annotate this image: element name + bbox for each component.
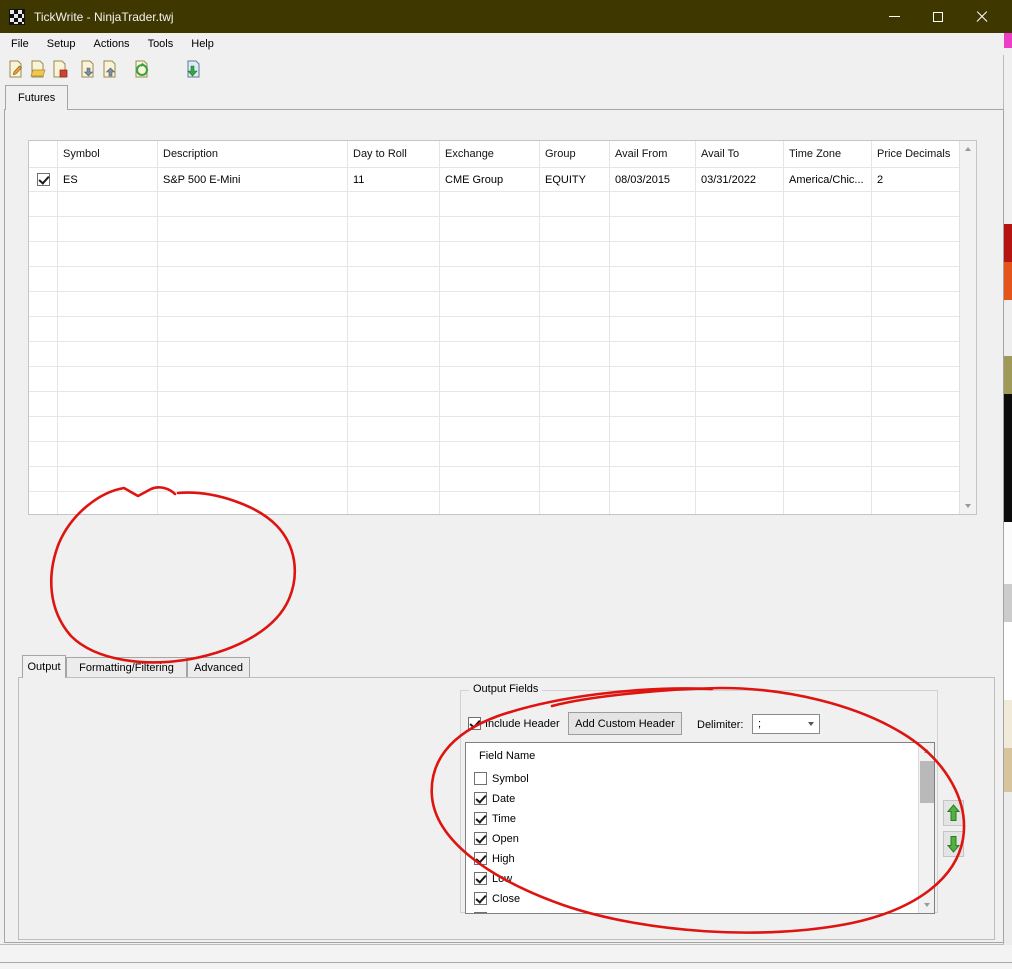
maximize-button[interactable]	[916, 0, 960, 33]
move-field-up-button[interactable]	[943, 800, 964, 826]
output-fields-group-label: Output Fields	[469, 683, 543, 695]
cell-day-to-roll[interactable]: 11	[353, 174, 364, 186]
menu-tools[interactable]: Tools	[139, 33, 183, 55]
run-job-icon[interactable]	[184, 59, 204, 79]
new-job-icon[interactable]	[6, 59, 26, 79]
field-checkbox-close[interactable]	[474, 892, 487, 905]
field-label-time[interactable]: Time	[492, 813, 516, 825]
menu-help[interactable]: Help	[182, 33, 223, 55]
field-label-high[interactable]: High	[492, 853, 515, 865]
app-icon	[9, 8, 25, 25]
refresh-jobs-icon[interactable]	[132, 59, 152, 79]
cell-avail-to[interactable]: 03/31/2022	[701, 174, 756, 186]
minimize-button[interactable]	[872, 0, 916, 33]
menu-actions[interactable]: Actions	[84, 33, 138, 55]
desktop-divider	[0, 962, 1012, 963]
cell-price-decimals[interactable]: 2	[877, 174, 883, 186]
delimiter-label: Delimiter:	[697, 719, 744, 731]
include-header-checkbox[interactable]	[468, 717, 481, 730]
output-fields-list[interactable]: Field Name Symbol Date Time Open High Lo…	[465, 742, 935, 914]
symbol-row-checkbox[interactable]	[37, 173, 50, 186]
field-checkbox-low[interactable]	[474, 872, 487, 885]
field-checkbox-time[interactable]	[474, 812, 487, 825]
desktop-area	[0, 945, 1012, 969]
col-header-day-to-roll[interactable]: Day to Roll	[353, 148, 407, 160]
grid-scrollbar[interactable]	[959, 141, 976, 514]
export-job-icon[interactable]	[78, 59, 98, 79]
field-label-low[interactable]: Low	[492, 873, 512, 885]
field-name-header: Field Name	[479, 750, 536, 762]
tab-output[interactable]: Output	[22, 655, 66, 678]
col-header-avail-from[interactable]: Avail From	[615, 148, 667, 160]
field-label-date[interactable]: Date	[492, 793, 515, 805]
close-button[interactable]	[960, 0, 1004, 33]
col-header-symbol[interactable]: Symbol	[63, 148, 100, 160]
col-header-avail-to[interactable]: Avail To	[701, 148, 739, 160]
add-custom-header-button[interactable]: Add Custom Header	[568, 712, 682, 735]
cell-avail-from[interactable]: 08/03/2015	[615, 174, 670, 186]
field-label-close[interactable]: Close	[492, 893, 520, 905]
import-job-icon[interactable]	[100, 59, 120, 79]
titlebar: TickWrite - NinjaTrader.twj	[0, 0, 1012, 33]
green-down-arrow-icon	[947, 836, 960, 853]
field-label-symbol[interactable]: Symbol	[492, 773, 529, 785]
menubar: File Setup Actions Tools Help	[0, 33, 1004, 55]
col-header-time-zone[interactable]: Time Zone	[789, 148, 841, 160]
col-header-exchange[interactable]: Exchange	[445, 148, 494, 160]
symbols-grid: Symbol Description Day to Roll Exchange …	[28, 140, 977, 515]
maximize-icon	[933, 11, 943, 22]
window-title: TickWrite - NinjaTrader.twj	[34, 9, 174, 24]
dropdown-arrow-icon	[803, 715, 819, 733]
tab-formatting-filtering[interactable]: Formatting/Filtering	[66, 657, 187, 677]
scroll-up-icon[interactable]	[919, 743, 934, 759]
include-header-label: Include Header	[485, 718, 560, 730]
open-job-icon[interactable]	[28, 59, 48, 79]
scrollbar-thumb[interactable]	[920, 761, 934, 803]
green-up-arrow-icon	[947, 804, 960, 821]
field-label-open[interactable]: Open	[492, 833, 519, 845]
scroll-down-icon[interactable]	[960, 498, 976, 514]
close-icon	[976, 11, 988, 23]
tab-futures[interactable]: Futures	[5, 85, 69, 110]
cell-symbol[interactable]: ES	[63, 174, 78, 186]
menu-setup[interactable]: Setup	[38, 33, 85, 55]
fields-scrollbar[interactable]	[918, 743, 934, 913]
col-header-group[interactable]: Group	[545, 148, 576, 160]
cell-time-zone[interactable]: America/Chic...	[789, 174, 864, 186]
cell-exchange[interactable]: CME Group	[445, 174, 503, 186]
cell-group[interactable]: EQUITY	[545, 174, 586, 186]
field-label-volume[interactable]: Volume	[492, 913, 529, 914]
field-checkbox-date[interactable]	[474, 792, 487, 805]
field-checkbox-symbol[interactable]	[474, 772, 487, 785]
cell-description[interactable]: S&P 500 E-Mini	[163, 174, 240, 186]
grid-empty-rows	[29, 167, 961, 514]
minimize-icon	[888, 16, 900, 17]
menu-file[interactable]: File	[2, 33, 38, 55]
delete-job-icon[interactable]	[50, 59, 70, 79]
col-header-price-decimals[interactable]: Price Decimals	[877, 148, 950, 160]
delimiter-select[interactable]: ;	[752, 714, 820, 734]
field-checkbox-open[interactable]	[474, 832, 487, 845]
move-field-down-button[interactable]	[943, 831, 964, 857]
field-checkbox-high[interactable]	[474, 852, 487, 865]
field-checkbox-volume[interactable]	[474, 912, 487, 913]
scroll-down-icon[interactable]	[919, 897, 934, 913]
scroll-up-icon[interactable]	[960, 141, 976, 157]
col-header-description[interactable]: Description	[163, 148, 218, 160]
tab-advanced[interactable]: Advanced	[187, 657, 250, 677]
delimiter-value: ;	[758, 718, 762, 730]
